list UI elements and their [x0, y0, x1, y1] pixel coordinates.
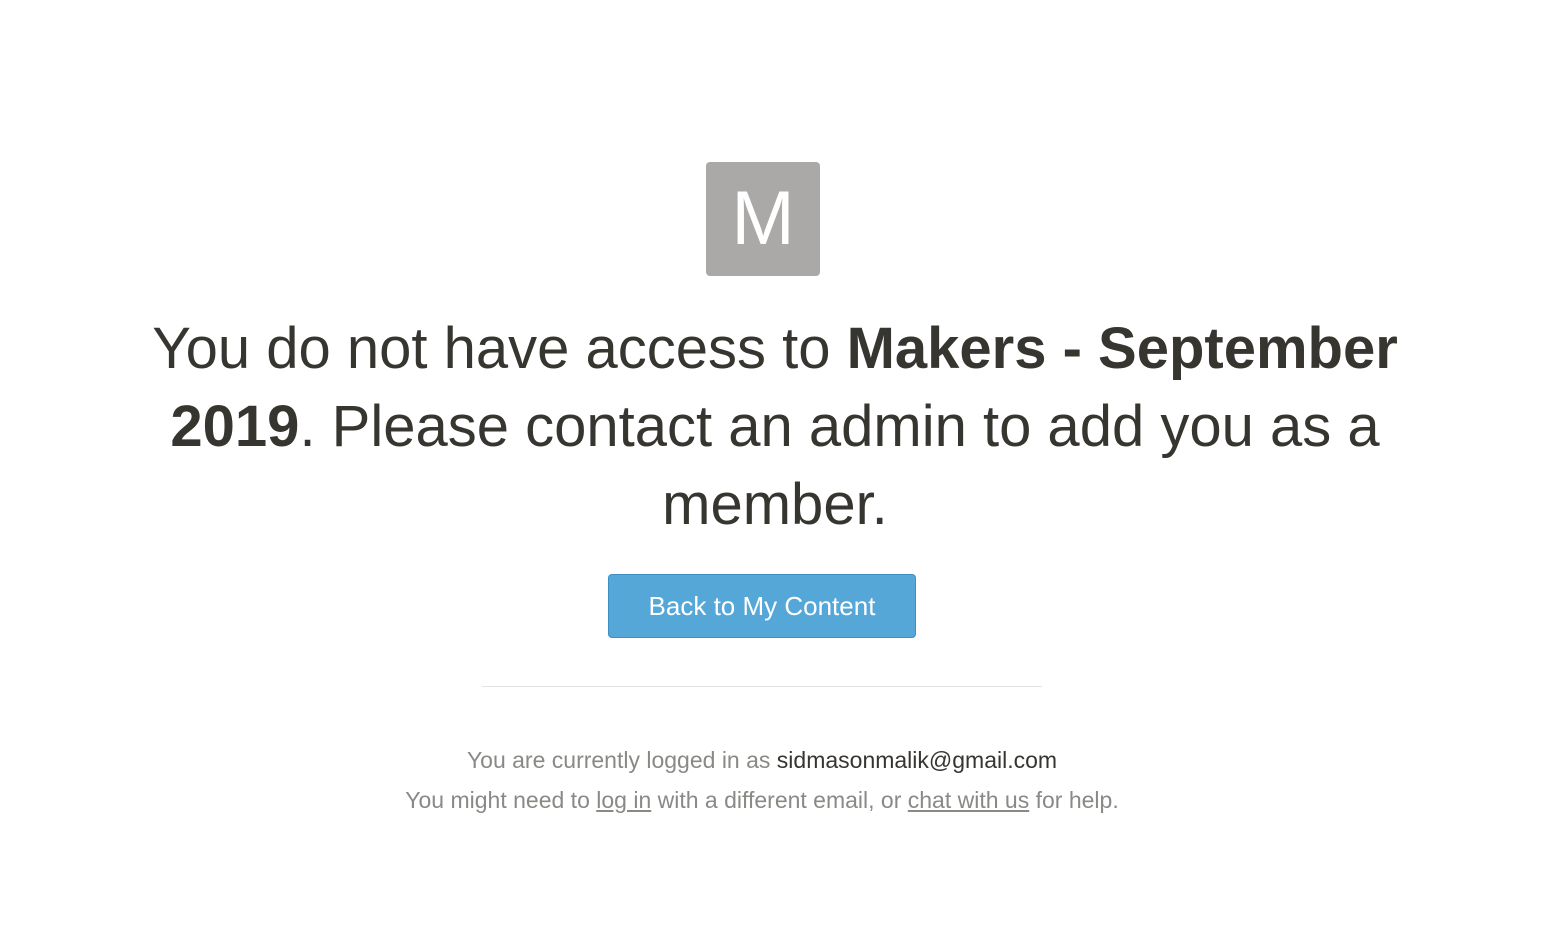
help-line: You might need to log in with a differen… [200, 780, 1324, 820]
access-denied-page: M You do not have access to Makers - Sep… [0, 0, 1550, 944]
help-prefix: You might need to [405, 787, 597, 813]
chat-with-us-link[interactable]: chat with us [908, 787, 1029, 813]
message-suffix: . Please contact an admin to add you as … [299, 394, 1380, 537]
account-email: sidmasonmalik@gmail.com [776, 747, 1058, 773]
log-in-link[interactable]: log in [596, 787, 651, 813]
message-prefix: You do not have access to [152, 316, 847, 381]
back-to-my-content-button[interactable]: Back to My Content [608, 574, 916, 638]
help-suffix: for help. [1029, 787, 1119, 813]
logged-in-line: You are currently logged in as sidmasonm… [200, 740, 1324, 780]
logged-in-prefix: You are currently logged in as [466, 747, 777, 773]
help-middle: with a different email, or [651, 787, 908, 813]
account-info: You are currently logged in as sidmasonm… [200, 740, 1324, 820]
workspace-avatar: M [706, 162, 820, 276]
divider [482, 686, 1042, 687]
access-denied-message: You do not have access to Makers - Septe… [120, 310, 1430, 544]
